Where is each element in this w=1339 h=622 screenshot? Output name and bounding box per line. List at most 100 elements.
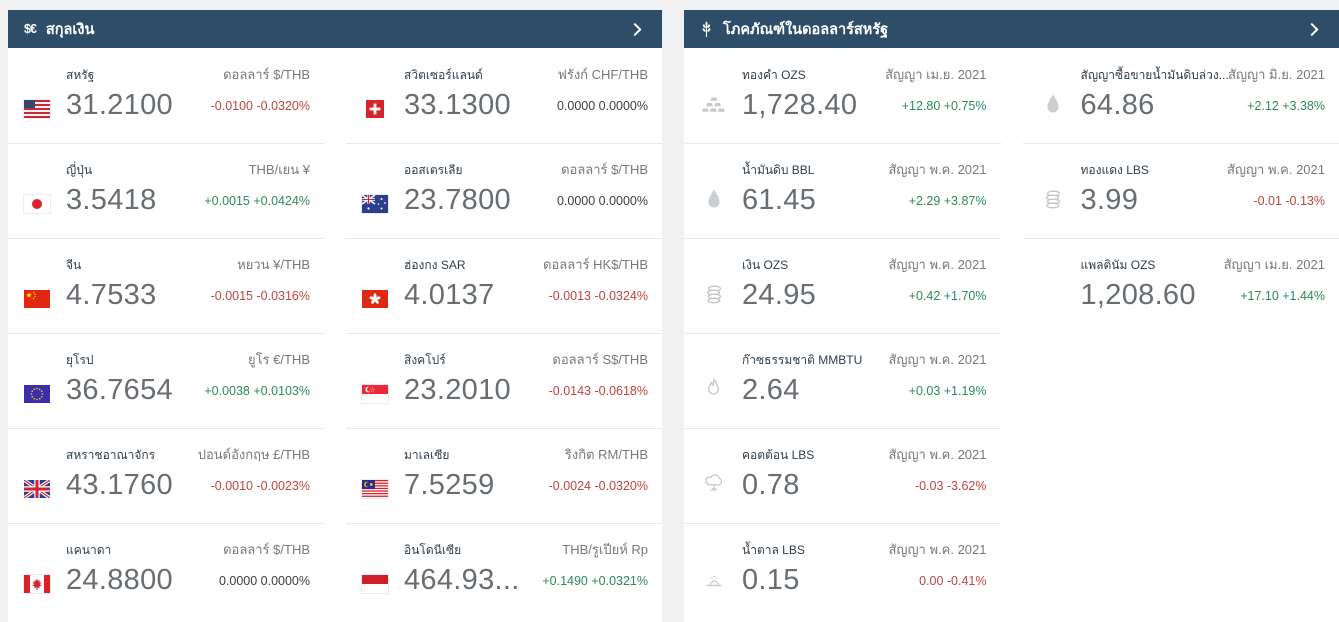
quote-change: 0.0000 0.0000%	[557, 194, 648, 208]
oil-drop-icon	[1039, 90, 1081, 118]
currencies-grid: สหรัฐ31.2100ดอลลาร์ $/THB-0.0100 -0.0320…	[8, 48, 662, 618]
commodities-grid: ทองคำ OZS1,728.40สัญญา เม.ย. 2021+12.80 …	[684, 48, 1339, 618]
quote-value: 24.95	[742, 280, 888, 312]
quote-value: 7.5259	[404, 470, 549, 502]
quote-change: 0.00 -0.41%	[888, 574, 986, 588]
quote-unit-label: สัญญา พ.ค. 2021	[888, 539, 986, 561]
gold-bars-icon	[700, 90, 742, 118]
quote-cell[interactable]: ออสเตรเลีย23.7800ดอลลาร์ $/THB0.0000 0.0…	[346, 143, 662, 238]
quote-change: +12.80 +0.75%	[885, 99, 986, 113]
quote-cell[interactable]: ฮ่องกง SAR4.0137ดอลลาร์ HK$/THB-0.0013 -…	[346, 238, 662, 333]
quote-change: 0.0000 0.0000%	[557, 99, 648, 113]
quote-cell[interactable]: สวิตเซอร์แลนด์33.1300ฟรังก์ CHF/THB0.000…	[346, 48, 662, 143]
coins-stack-icon	[700, 280, 742, 308]
quote-cell[interactable]: แพลตินัม OZS1,208.60สัญญา เม.ย. 2021+17.…	[1023, 238, 1339, 333]
quote-unit-label: ดอลลาร์ S$/THB	[549, 349, 648, 371]
quote-unit-label: ดอลลาร์ HK$/THB	[543, 254, 648, 276]
currencies-panel-title: สกุลเงิน	[46, 18, 619, 41]
quote-cell[interactable]: สหรัฐ31.2100ดอลลาร์ $/THB-0.0100 -0.0320…	[8, 48, 324, 143]
commodities-panel-header[interactable]: โภคภัณฑ์ในดอลลาร์สหรัฐ	[684, 10, 1339, 48]
quote-cell[interactable]: เงิน OZS24.95สัญญา พ.ค. 2021+0.42 +1.70%	[684, 238, 1001, 333]
quote-value: 1,208.60	[1081, 280, 1224, 312]
quote-value: 0.15	[742, 565, 888, 597]
flag-my-icon	[362, 480, 404, 498]
quote-change: +0.1490 +0.0321%	[542, 574, 648, 588]
quote-unit-label: สัญญา มิ.ย. 2021	[1228, 64, 1325, 86]
quote-cell[interactable]: สัญญาซื้อขายน้ำมันดิบล่วง...64.86สัญญา ม…	[1023, 48, 1339, 143]
quote-cell[interactable]: น้ำตาล LBS 0.15สัญญา พ.ค. 2021 0.00 -0.41%	[684, 523, 1001, 618]
quote-name: มาเลเซีย	[404, 446, 549, 466]
quote-unit-label: ฟรังก์ CHF/THB	[557, 64, 648, 86]
quote-value: 0.78	[742, 470, 888, 502]
commodities-panel: โภคภัณฑ์ในดอลลาร์สหรัฐ ทองคำ OZS1,728.40…	[684, 10, 1339, 622]
quote-unit-label: สัญญา พ.ค. 2021	[888, 349, 986, 371]
quote-value: 4.7533	[66, 280, 211, 312]
flag-id-icon	[362, 575, 404, 593]
quote-cell[interactable]: น้ำมันดิบ BBL 61.45สัญญา พ.ค. 2021 +2.29 +…	[684, 143, 1001, 238]
quote-value: 3.5418	[66, 185, 204, 217]
quote-cell[interactable]: คอตต้อน LBS0.78สัญญา พ.ค. 2021-0.03 -3.6…	[684, 428, 1001, 523]
quote-value: 31.2100	[66, 90, 211, 122]
quote-cell[interactable]: แคนาดา24.8800ดอลลาร์ $/THB0.0000 0.0000%	[8, 523, 324, 618]
quote-value: 33.1300	[404, 90, 557, 122]
quote-value: 464.93...	[404, 565, 542, 597]
quote-cell[interactable]: จีน4.7533หยวน ¥/THB-0.0015 -0.0316%	[8, 238, 324, 333]
quote-cell[interactable]: ทองแดง LBS3.99สัญญา พ.ค. 2021-0.01 -0.13…	[1023, 143, 1339, 238]
quote-unit-label: ปอนด์อังกฤษ £/THB	[198, 444, 310, 466]
empty-cell	[1023, 333, 1339, 428]
oil-drop-icon	[700, 185, 742, 213]
quote-name: น้ำมันดิบ BBL	[742, 161, 888, 181]
quote-change: +2.12 +3.38%	[1228, 99, 1325, 113]
quote-value: 24.8800	[66, 565, 219, 597]
quote-unit-label: ดอลลาร์ $/THB	[211, 64, 310, 86]
quote-value: 4.0137	[404, 280, 543, 312]
cotton-icon	[700, 470, 742, 498]
quote-cell[interactable]: มาเลเซีย 7.5259ริงกิต RM/THB -0.0024 -0.03…	[346, 428, 662, 523]
quote-unit-label: THB/รูเปียห์ Rp	[542, 539, 648, 561]
quote-cell[interactable]: อินโดนีเซีย 464.93...THB/รูเปียห์ Rp +0.14…	[346, 523, 662, 618]
currencies-panel: $€ สกุลเงิน สหรัฐ31.2100ดอลลาร์ $/THB-0.…	[8, 10, 662, 622]
quote-unit-label: THB/เยน ¥	[204, 159, 310, 181]
currencies-panel-header[interactable]: $€ สกุลเงิน	[8, 10, 662, 48]
chevron-right-icon[interactable]	[629, 21, 646, 38]
quote-unit-label: ดอลลาร์ $/THB	[557, 159, 648, 181]
quote-change: -0.0024 -0.0320%	[549, 479, 648, 493]
currency-dollar-euro-icon: $€	[24, 22, 36, 36]
quote-cell[interactable]: ก๊าซธรรมชาติ MMBTU2.64สัญญา พ.ค. 2021+0.…	[684, 333, 1001, 428]
quote-unit-label: ยูโร €/THB	[204, 349, 310, 371]
quote-name: ทองแดง LBS	[1081, 161, 1227, 181]
quote-value: 36.7654	[66, 375, 204, 407]
quote-change: +2.29 +3.87%	[888, 194, 986, 208]
quote-cell[interactable]: ทองคำ OZS1,728.40สัญญา เม.ย. 2021+12.80 …	[684, 48, 1001, 143]
quote-value: 61.45	[742, 185, 888, 217]
quote-change: -0.0013 -0.0324%	[543, 289, 648, 303]
quote-value: 3.99	[1081, 185, 1227, 217]
quote-change: -0.0100 -0.0320%	[211, 99, 310, 113]
quote-name: ก๊าซธรรมชาติ MMBTU	[742, 351, 888, 371]
quote-name: สัญญาซื้อขายน้ำมันดิบล่วง...	[1081, 66, 1229, 86]
quote-value: 23.2010	[404, 375, 549, 407]
quote-cell[interactable]: ญี่ปุ่น3.5418THB/เยน ¥+0.0015 +0.0424%	[8, 143, 324, 238]
quote-name: ทองคำ OZS	[742, 66, 885, 86]
quote-cell[interactable]: สิงคโปร์23.2010ดอลลาร์ S$/THB-0.0143 -0.…	[346, 333, 662, 428]
quote-unit-label: ริงกิต RM/THB	[549, 444, 648, 466]
empty-cell	[1023, 523, 1339, 618]
quote-unit-label: สัญญา พ.ค. 2021	[888, 159, 986, 181]
quote-name: สหราชอาณาจักร	[66, 446, 198, 466]
quote-cell[interactable]: สหราชอาณาจักร43.1760ปอนด์อังกฤษ £/THB-0.…	[8, 428, 324, 523]
quote-unit-label: หยวน ¥/THB	[211, 254, 310, 276]
quote-value: 43.1760	[66, 470, 198, 502]
flag-ca-icon	[24, 575, 66, 593]
quote-change: -0.01 -0.13%	[1227, 194, 1325, 208]
quote-value: 23.7800	[404, 185, 557, 217]
empty-cell	[1023, 428, 1339, 523]
chevron-right-icon[interactable]	[1306, 21, 1323, 38]
quote-unit-label: ดอลลาร์ $/THB	[219, 539, 310, 561]
quote-name: เงิน OZS	[742, 256, 888, 276]
quote-cell[interactable]: ยุโรป36.7654ยูโร €/THB+0.0038 +0.0103%	[8, 333, 324, 428]
flag-eu-icon	[24, 385, 66, 403]
quote-name: อินโดนีเซีย	[404, 541, 542, 561]
flag-ch-icon	[362, 100, 404, 118]
flag-sg-icon	[362, 385, 404, 403]
quote-name: น้ำตาล LBS	[742, 541, 888, 561]
